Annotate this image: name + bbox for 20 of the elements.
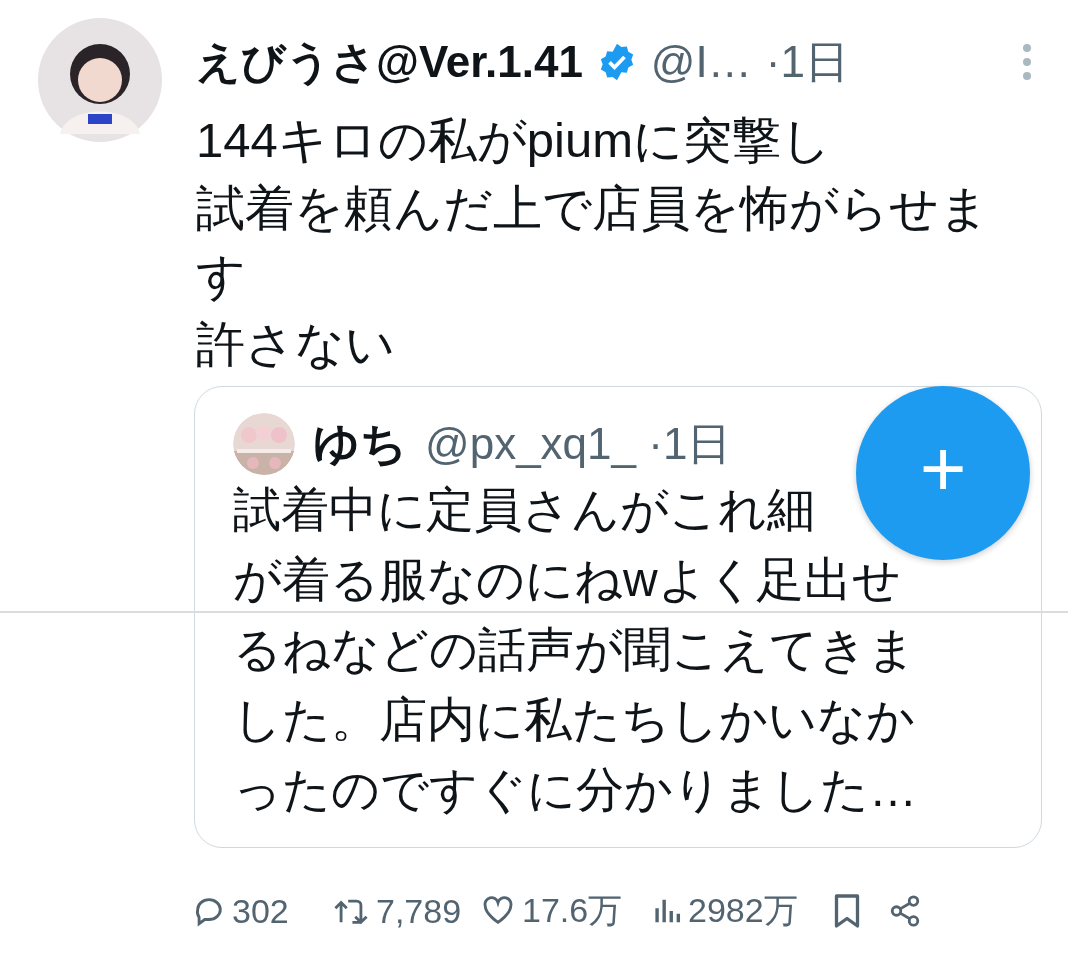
author-handle: @I… [650,37,752,87]
timestamp: ·1日 [765,35,849,88]
quoted-text-line: した。店内に私たちしかいなか [233,692,916,748]
retweet-count: 7,789 [376,891,462,931]
reply-count: 302 [232,891,289,931]
quoted-text-line: 試着中に定員さんがこれ細 [233,482,816,538]
tweet-text-line: す [196,248,247,305]
quoted-author-name[interactable]: ゆち [313,413,407,475]
avatar[interactable] [38,18,162,142]
share-icon[interactable] [888,894,922,928]
quoted-text-line: ったのですぐに分かりました… [233,762,918,818]
quoted-text-line: るねなどの話声が聞こえてきま [233,622,917,678]
bookmark-icon[interactable] [832,893,862,929]
tweet-text-line: 144キロの私がpiumに突撃し [196,112,832,169]
quoted-handle: @px_xq1_ ·1日 [425,417,732,470]
author-name[interactable]: えびうさ@Ver.1.41 [196,32,583,92]
tweet-text-line: 許さない [196,316,396,373]
tweet-text-line: 試着を頼んだ上で店員を怖がらせま [196,180,990,237]
like-count: 17.6万 [522,890,623,931]
views-count: 2982万 [688,890,798,931]
